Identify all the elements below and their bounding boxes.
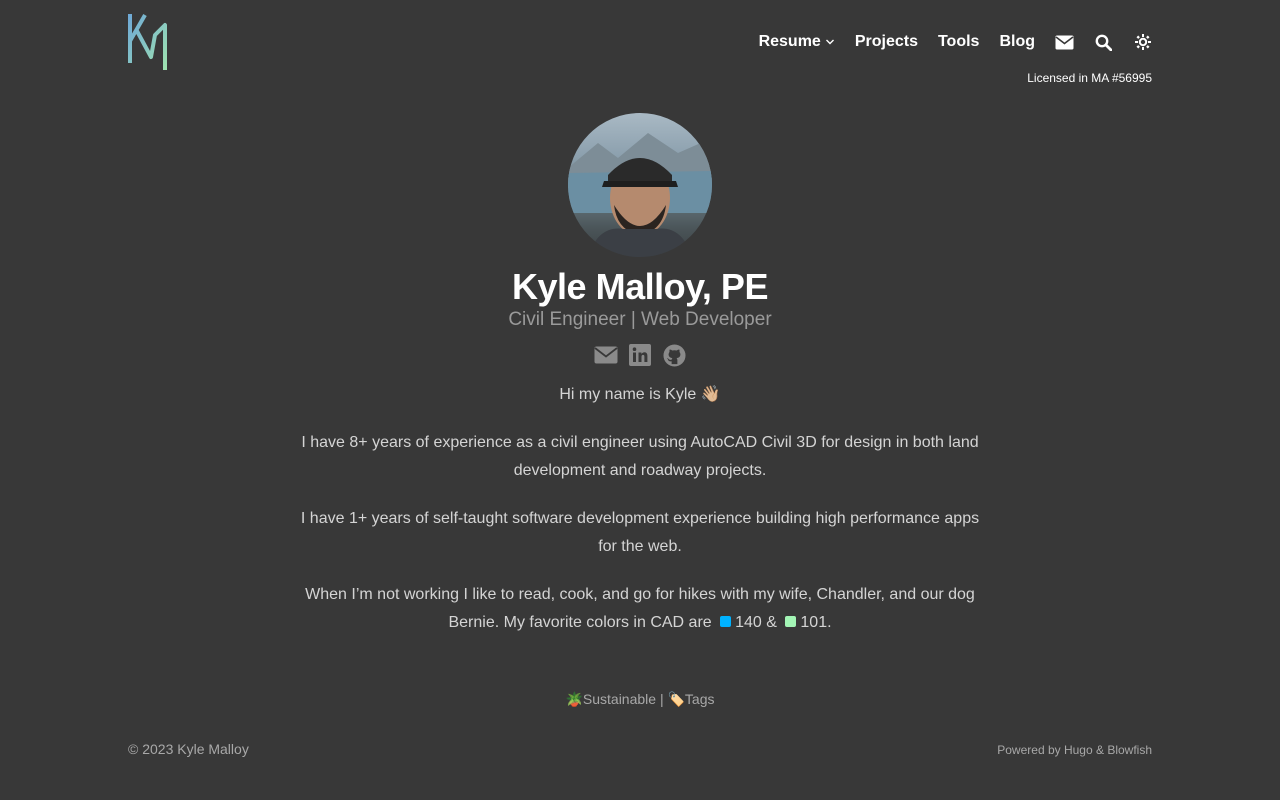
nav-resume-label: Resume [758,33,821,50]
profile-name: Kyle Malloy, PE [512,266,768,307]
email-icon[interactable] [594,343,618,367]
tagline-separator: | [656,691,668,707]
social-links [0,343,1280,367]
nav-projects[interactable]: Projects [855,33,918,51]
avatar [568,113,712,257]
footer-copyright: © 2023 Kyle Malloy [128,741,249,757]
bio-paragraph-experience: I have 8+ years of experience as a civil… [301,434,979,479]
site-logo[interactable] [127,13,169,71]
envelope-icon[interactable] [1055,33,1074,52]
github-icon[interactable] [662,343,686,367]
sustainable-link[interactable]: 🪴Sustainable [565,691,656,707]
theme-toggle-icon[interactable] [1133,33,1152,52]
footer-powered-by[interactable]: Powered by Hugo & Blowfish [997,743,1152,757]
main-nav: Resume Projects Tools Blog [759,31,1152,53]
cad-color-140-label: 140 & [735,614,777,631]
bio-greeting: Hi my name is Kyle 👋🏼 [559,386,721,403]
bio-paragraph-software: I have 1+ years of self-taught software … [300,510,980,555]
search-icon[interactable] [1094,33,1113,52]
profile-subtitle: Civil Engineer | Web Developer [508,309,772,330]
cad-color-101-label: 101. [800,614,832,631]
linkedin-icon[interactable] [628,343,652,367]
cad-color-swatch-140 [720,616,732,628]
cad-color-swatch-101 [785,616,797,628]
chevron-down-icon [825,39,834,45]
nav-resume[interactable]: Resume [759,33,835,51]
license-text: Licensed in MA #56995 [1027,71,1152,85]
bio-personal-text: When I’m not working I like to read, coo… [305,586,975,631]
nav-tools[interactable]: Tools [938,33,979,51]
nav-blog[interactable]: Blog [999,33,1035,51]
tagline: 🪴Sustainable | 🏷️Tags [0,691,1280,708]
bio-paragraph-personal: When I’m not working I like to read, coo… [300,581,980,637]
tags-link[interactable]: 🏷️Tags [668,691,715,707]
